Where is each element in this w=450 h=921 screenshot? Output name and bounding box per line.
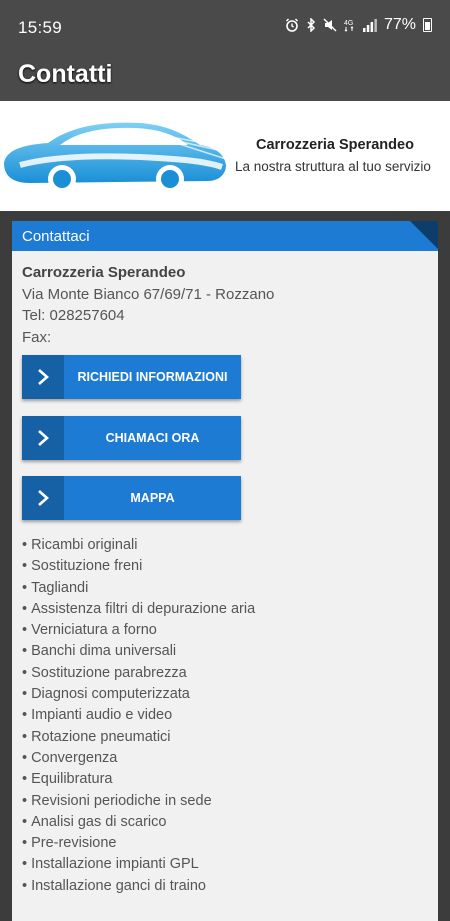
status-bar: 15:59 4G 77% xyxy=(0,0,450,48)
status-time: 15:59 xyxy=(18,18,63,37)
call-now-label: CHIAMACI ORA xyxy=(105,431,200,445)
chevron-right-icon xyxy=(38,430,49,446)
banner-tagline: La nostra struttura al tuo servizio xyxy=(235,159,431,174)
main-content[interactable]: Contattaci Carrozzeria Sperandeo Via Mon… xyxy=(0,211,450,921)
header-banner: Carrozzeria Sperandeo La nostra struttur… xyxy=(0,101,450,211)
card-header-title: Contattaci xyxy=(22,228,90,245)
list-item: • Revisioni periodiche in sede xyxy=(22,792,212,809)
list-item: • Ricambi originali xyxy=(22,537,138,553)
list-item: • Equilibratura xyxy=(22,771,113,788)
request-info-label: RICHIEDI INFORMAZIONI xyxy=(77,370,228,384)
company-address: Via Monte Bianco 67/69/71 - Rozzano xyxy=(22,286,275,303)
company-name: Carrozzeria Sperandeo xyxy=(22,264,186,281)
list-item: • Sostituzione parabrezza xyxy=(22,664,187,681)
list-item: • Pre-revisione xyxy=(22,835,117,852)
company-fax: Fax: xyxy=(22,329,52,346)
svg-text:4G: 4G xyxy=(344,20,353,27)
banner-company-name: Carrozzeria Sperandeo xyxy=(256,137,414,153)
app-bar: Contatti xyxy=(0,48,450,101)
battery-percent: 77% xyxy=(383,16,416,33)
bluetooth-icon xyxy=(307,18,316,32)
map-label: MAPPA xyxy=(130,491,175,505)
list-item: • Impianti audio e video xyxy=(22,707,173,724)
corner-fold xyxy=(410,221,438,249)
company-tel: Tel: 028257604 xyxy=(22,307,125,324)
alarm-icon xyxy=(285,18,298,32)
list-item: • Sostituzione freni xyxy=(22,558,143,575)
list-item: • Tagliandi xyxy=(22,579,89,596)
card-header: Contattaci xyxy=(12,221,438,251)
list-item: • Rotazione pneumatici xyxy=(22,728,171,745)
contact-card: Contattaci Carrozzeria Sperandeo Via Mon… xyxy=(12,221,438,921)
list-item: • Installazione impianti GPL xyxy=(22,856,199,873)
chevron-right-icon xyxy=(38,369,49,385)
request-info-button[interactable]: RICHIEDI INFORMAZIONI xyxy=(22,355,241,399)
list-item: • Analisi gas di scarico xyxy=(22,813,167,830)
4g-icon: 4G xyxy=(344,20,354,32)
status-icons: 4G 77% xyxy=(285,16,432,34)
page-title: Contatti xyxy=(18,60,113,88)
car-logo-icon xyxy=(4,122,227,193)
mute-icon xyxy=(323,18,337,32)
battery-icon xyxy=(423,18,432,32)
list-item: • Verniciatura a forno xyxy=(22,622,157,639)
map-button[interactable]: MAPPA xyxy=(22,476,241,520)
list-item: • Convergenza xyxy=(22,749,118,766)
chevron-right-icon xyxy=(38,490,49,506)
services-list: • Ricambi originali • Sostituzione freni •… xyxy=(22,537,255,899)
list-item: • Installazione ganci di traino xyxy=(22,877,206,894)
call-now-button[interactable]: CHIAMACI ORA xyxy=(22,416,241,460)
list-item: • Assistenza filtri di depurazione aria xyxy=(22,600,256,617)
list-item: • Diagnosi computerizzata xyxy=(22,686,190,703)
signal-icon xyxy=(362,18,377,32)
list-item: • Banchi dima universali xyxy=(22,643,177,660)
